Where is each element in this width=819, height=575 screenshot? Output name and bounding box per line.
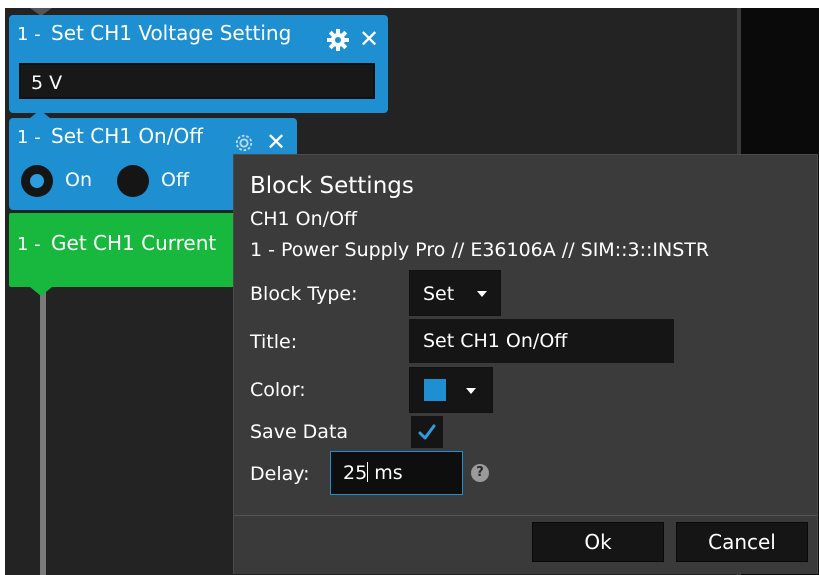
checkmark-icon	[418, 424, 436, 440]
text-cursor	[367, 462, 369, 482]
dialog-footer: Ok Cancel	[234, 515, 817, 574]
block-settings-dialog: Block Settings CH1 On/Off 1 - Power Supp…	[233, 154, 818, 574]
device-path: 1 - Power Supply Pro // E36106A // SIM::…	[250, 239, 710, 261]
block-header: 1 - Set CH1 Voltage Setting	[17, 21, 291, 45]
ok-button[interactable]: Ok	[532, 522, 664, 562]
dialog-title: Block Settings	[250, 173, 414, 199]
block-header: 1 - Get CH1 Current	[17, 231, 216, 255]
block-number: 1 -	[17, 24, 41, 45]
block-title: Set CH1 On/Off	[51, 124, 203, 148]
cancel-button[interactable]: Cancel	[676, 522, 808, 562]
close-icon[interactable]: ✕	[266, 130, 286, 154]
block-connector	[30, 110, 50, 118]
block-type-select[interactable]: Set	[409, 270, 501, 316]
block-set-voltage[interactable]: 1 - Set CH1 Voltage Setting ✕ 5 V	[9, 15, 388, 113]
chevron-down-icon	[466, 388, 476, 394]
voltage-value-field[interactable]: 5 V	[19, 63, 375, 99]
block-bottom-connector	[30, 287, 52, 296]
block-title: Get CH1 Current	[51, 231, 217, 255]
radio-off[interactable]	[117, 165, 149, 197]
block-get-current[interactable]: 1 - Get CH1 Current	[9, 213, 249, 287]
color-label: Color:	[250, 379, 306, 401]
delay-label: Delay:	[250, 463, 310, 485]
block-header: 1 - Set CH1 On/Off	[17, 124, 203, 148]
close-icon[interactable]: ✕	[359, 27, 379, 51]
block-title: Set CH1 Voltage Setting	[51, 21, 292, 45]
delay-value: 25	[343, 462, 368, 484]
save-data-label: Save Data	[250, 421, 349, 443]
gear-icon[interactable]	[234, 133, 256, 155]
color-swatch	[424, 379, 446, 401]
title-label: Title:	[250, 331, 298, 353]
chevron-down-icon	[477, 291, 487, 297]
radio-on[interactable]	[21, 165, 53, 197]
radio-label-off: Off	[161, 169, 190, 191]
color-picker[interactable]	[409, 367, 493, 413]
block-type-label: Block Type:	[250, 283, 358, 305]
block-number: 1 -	[17, 127, 41, 148]
block-type-value: Set	[423, 283, 455, 305]
delay-unit: ms	[374, 462, 403, 484]
dialog-subtitle: CH1 On/Off	[250, 208, 358, 230]
radio-label-on: On	[65, 169, 92, 191]
title-input[interactable]: Set CH1 On/Off	[409, 319, 674, 363]
help-icon[interactable]: ?	[471, 464, 489, 482]
radio-selected-dot	[30, 174, 44, 188]
delay-input[interactable]: 25 ms	[330, 451, 463, 495]
flow-connector-line	[40, 285, 46, 575]
block-number: 1 -	[17, 234, 41, 255]
save-data-checkbox[interactable]	[411, 416, 443, 448]
gear-icon[interactable]	[327, 29, 349, 51]
